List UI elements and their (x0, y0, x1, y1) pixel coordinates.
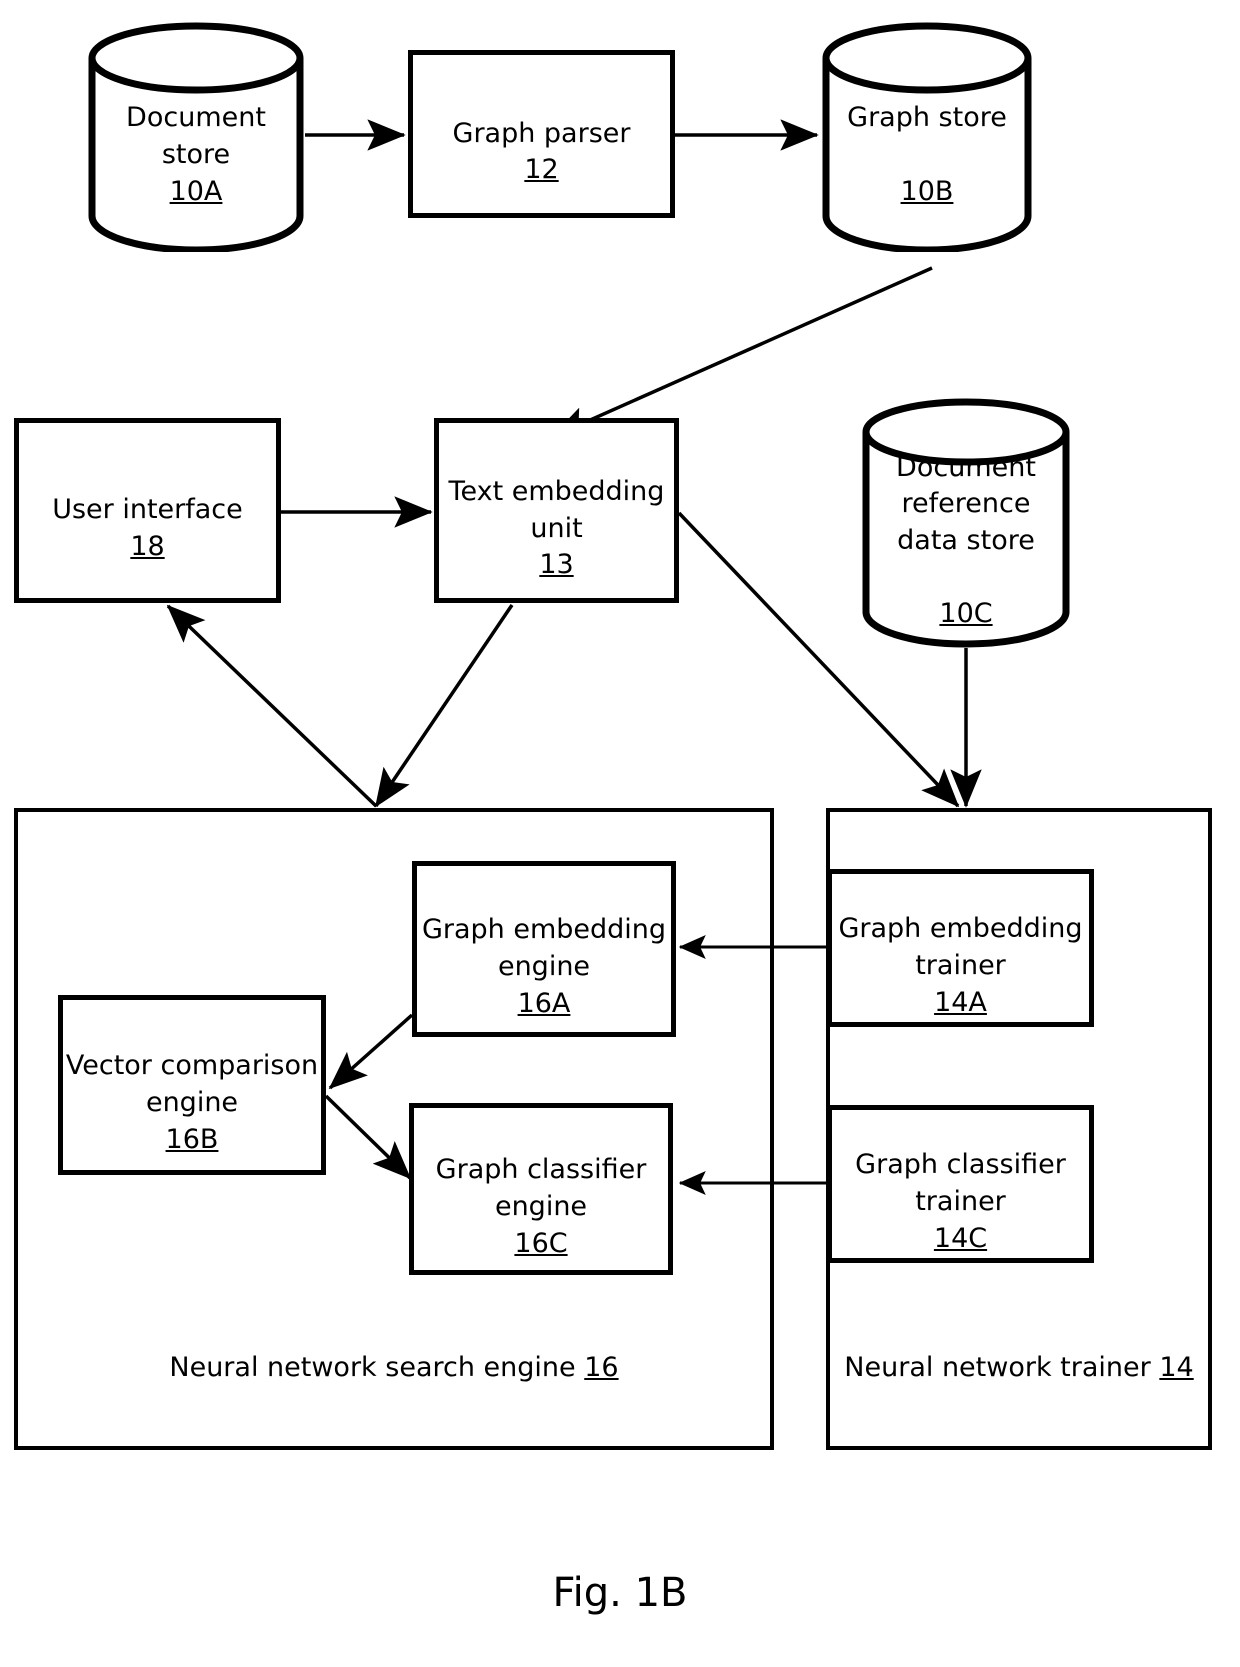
node-graph-embedding-engine[interactable]: Graph embedding engine 16A (412, 861, 676, 1037)
reference-numeral: 18 (130, 530, 165, 562)
edge-search-engine-to-user-interface (166, 604, 378, 808)
node-graph-classifier-trainer-label: Graph classifier trainer 14C (855, 1149, 1066, 1254)
node-graph-embedding-trainer[interactable]: Graph embedding trainer 14A (827, 869, 1094, 1027)
node-vector-comparison-engine-label: Vector comparison engine 16B (65, 1050, 319, 1155)
node-graph-store[interactable]: Graph store 10B (822, 22, 1032, 252)
node-user-interface-label: User interface 18 (52, 494, 243, 562)
figure-caption: Fig. 1B (552, 1570, 688, 1616)
reference-numeral: 14C (933, 1222, 988, 1254)
node-text-embedding-unit[interactable]: Text embedding unit 13 (434, 418, 679, 603)
node-user-interface[interactable]: User interface 18 (14, 418, 281, 603)
node-graph-classifier-engine-label: Graph classifier engine 16C (435, 1154, 647, 1259)
reference-numeral: 10A (169, 175, 223, 207)
reference-numeral: 14 (1159, 1352, 1194, 1383)
node-graph-classifier-trainer[interactable]: Graph classifier trainer 14C (827, 1105, 1094, 1263)
reference-numeral: 16C (514, 1227, 568, 1259)
node-neural-network-search-engine-label: Neural network search engine 16 (169, 1352, 619, 1383)
reference-numeral: 13 (539, 549, 574, 581)
node-document-reference-data-store[interactable]: Document reference data store 10C (862, 398, 1070, 648)
node-neural-network-trainer-label: Neural network trainer 14 (844, 1352, 1194, 1383)
node-text-embedding-unit-label: Text embedding unit 13 (448, 475, 665, 581)
reference-numeral: 10B (900, 175, 954, 207)
node-graph-classifier-engine[interactable]: Graph classifier engine 16C (409, 1103, 673, 1275)
reference-numeral: 12 (524, 154, 559, 186)
node-graph-parser[interactable]: Graph parser 12 (408, 50, 675, 218)
edge-text-embedding-unit-to-search-engine (374, 604, 514, 808)
node-vector-comparison-engine[interactable]: Vector comparison engine 16B (58, 995, 326, 1175)
node-graph-embedding-trainer-label: Graph embedding trainer 14A (838, 913, 1083, 1018)
reference-numeral: 16B (165, 1123, 219, 1155)
patent-figure-1b: Document store 10A Graph parser 12 Graph… (0, 0, 1240, 1667)
node-graph-store-label: Graph store 10B (847, 102, 1007, 207)
node-document-reference-data-store-label: Document reference data store 10C (896, 451, 1036, 630)
node-graph-embedding-engine-label: Graph embedding engine 16A (421, 914, 667, 1019)
node-graph-parser-label: Graph parser 12 (452, 117, 631, 186)
reference-numeral: 16A (517, 987, 571, 1019)
reference-numeral: 16 (584, 1352, 619, 1383)
node-document-store-label: Document store 10A (126, 102, 266, 207)
node-document-store[interactable]: Document store 10A (88, 22, 304, 252)
reference-numeral: 14A (934, 986, 987, 1018)
reference-numeral: 10C (939, 598, 993, 630)
